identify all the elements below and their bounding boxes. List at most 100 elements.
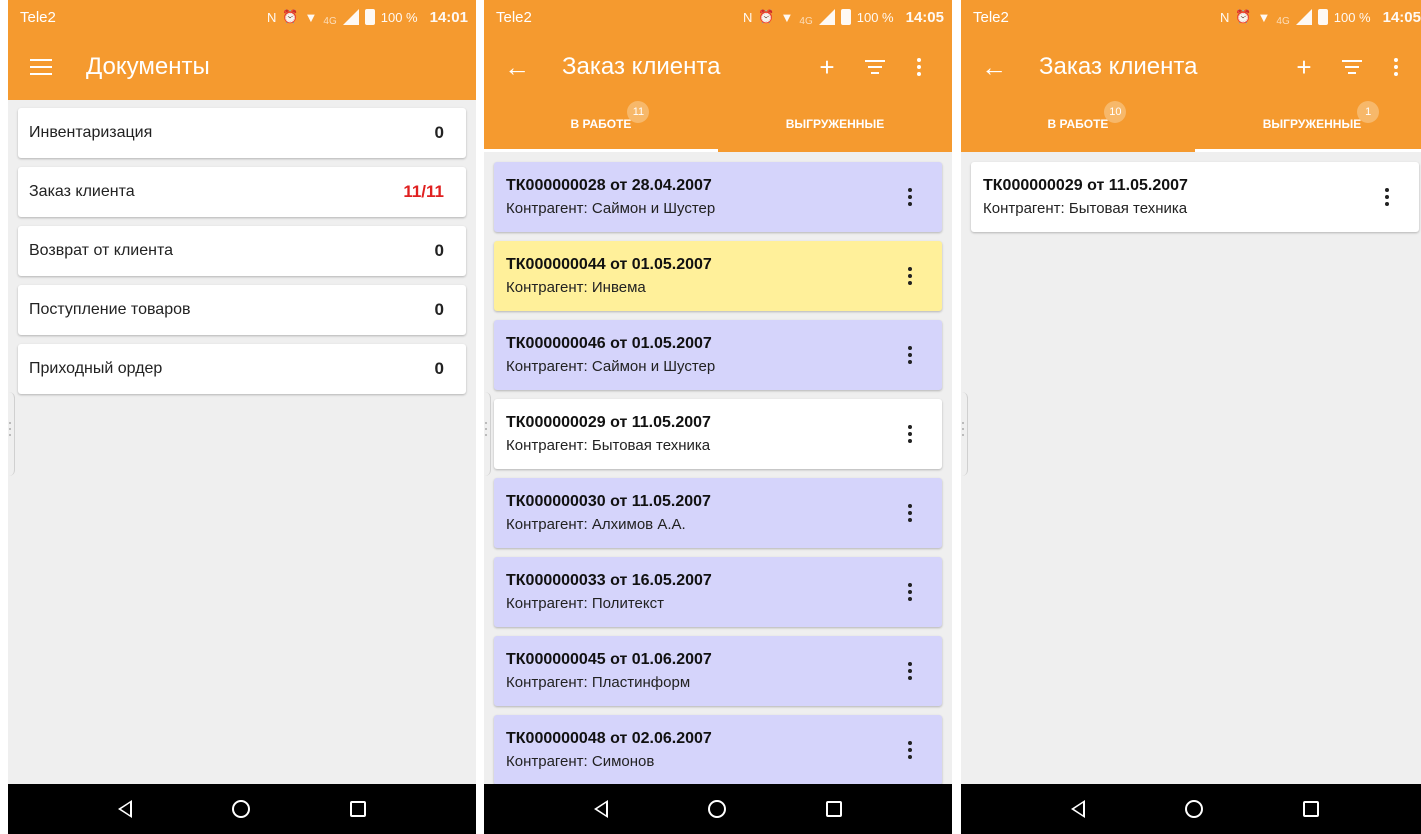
tab-label: В РАБОТЕ bbox=[570, 116, 632, 131]
more-options-icon[interactable] bbox=[900, 504, 920, 522]
order-item[interactable]: ТК000000046 от 01.05.2007 Контрагент: Сай… bbox=[494, 320, 942, 390]
battery-icon bbox=[1317, 9, 1328, 25]
more-options-icon[interactable] bbox=[900, 741, 920, 759]
wifi-icon: ▼ bbox=[304, 9, 318, 25]
customer-orders-in-progress-screen: Tele2 Ν ⏰ ▼ 4G 100 % 14:05 ← Заказ клиен… bbox=[484, 0, 952, 834]
status-bar: Tele2 Ν ⏰ ▼ 4G 100 % 14:01 bbox=[8, 0, 476, 34]
carrier-label: Tele2 bbox=[973, 8, 1009, 26]
order-counterparty: Контрагент: Саймон и Шустер bbox=[506, 200, 716, 217]
order-item[interactable]: ТК000000048 от 02.06.2007 Контрагент: Сим… bbox=[494, 715, 942, 785]
signal-icon bbox=[1295, 9, 1312, 25]
tab-uploaded[interactable]: ВЫГРУЖЕННЫЕ bbox=[718, 98, 952, 152]
tab-bar: В РАБОТЕ 10 ВЫГРУЖЕННЫЕ 1 bbox=[961, 98, 1421, 152]
overflow-menu-icon[interactable] bbox=[1379, 50, 1413, 84]
back-icon[interactable] bbox=[1071, 800, 1085, 818]
battery-percent: 100 % bbox=[380, 9, 418, 25]
home-icon[interactable] bbox=[1185, 800, 1203, 818]
clock: 14:01 bbox=[429, 8, 468, 26]
more-options-icon[interactable] bbox=[900, 188, 920, 206]
tab-label: ВЫГРУЖЕННЫЕ bbox=[785, 116, 885, 131]
order-item[interactable]: ТК000000030 от 11.05.2007 Контрагент: Алх… bbox=[494, 478, 942, 548]
clock: 14:05 bbox=[1382, 8, 1421, 26]
more-options-icon[interactable] bbox=[900, 267, 920, 285]
back-arrow-icon[interactable]: ← bbox=[977, 50, 1011, 84]
order-counterparty: Контрагент: Бытовая техника bbox=[506, 437, 711, 454]
tab-in-progress[interactable]: В РАБОТЕ 11 bbox=[484, 98, 718, 152]
count-badge: 11 bbox=[627, 100, 650, 123]
back-arrow-icon[interactable]: ← bbox=[500, 50, 534, 84]
home-icon[interactable] bbox=[232, 800, 250, 818]
order-item[interactable]: ТК000000033 от 16.05.2007 Контрагент: Пол… bbox=[494, 557, 942, 627]
document-name: Заказ клиента bbox=[29, 183, 135, 200]
order-counterparty: Контрагент: Саймон и Шустер bbox=[506, 358, 716, 375]
order-item[interactable]: ТК000000028 от 28.04.2007 Контрагент: Сай… bbox=[494, 162, 942, 232]
recent-apps-icon[interactable] bbox=[826, 801, 842, 817]
home-icon[interactable] bbox=[708, 800, 726, 818]
filter-icon[interactable] bbox=[1335, 50, 1369, 84]
document-item-customer-return[interactable]: Возврат от клиента 0 bbox=[18, 226, 466, 276]
document-name: Возврат от клиента bbox=[29, 242, 173, 259]
tab-in-progress[interactable]: В РАБОТЕ 10 bbox=[961, 98, 1195, 152]
recent-apps-icon[interactable] bbox=[350, 801, 366, 817]
order-item[interactable]: ТК000000029 от 11.05.2007 Контрагент: Быт… bbox=[971, 162, 1419, 232]
order-number: ТК000000046 от 01.05.2007 bbox=[506, 335, 712, 352]
documents-screen: Tele2 Ν ⏰ ▼ 4G 100 % 14:01 Документы Инв… bbox=[8, 0, 476, 834]
order-number: ТК000000029 от 11.05.2007 bbox=[506, 414, 711, 431]
add-icon[interactable]: + bbox=[1287, 50, 1321, 84]
order-number: ТК000000045 от 01.06.2007 bbox=[506, 651, 712, 668]
document-count: 11/11 bbox=[403, 182, 444, 201]
wifi-icon: ▼ bbox=[1257, 9, 1271, 25]
document-item-inventory[interactable]: Инвентаризация 0 bbox=[18, 108, 466, 158]
overflow-menu-icon[interactable] bbox=[902, 50, 936, 84]
hamburger-icon[interactable] bbox=[24, 50, 58, 84]
document-name: Поступление товаров bbox=[29, 301, 191, 318]
alarm-icon: ⏰ bbox=[1235, 9, 1252, 24]
order-number: ТК000000028 от 28.04.2007 bbox=[506, 177, 712, 194]
carrier-label: Tele2 bbox=[20, 8, 56, 26]
order-counterparty: Контрагент: Пластинформ bbox=[506, 674, 691, 691]
order-counterparty: Контрагент: Симонов bbox=[506, 753, 655, 770]
back-icon[interactable] bbox=[594, 800, 608, 818]
document-item-customer-order[interactable]: Заказ клиента 11/11 bbox=[18, 167, 466, 217]
status-icons: Ν ⏰ ▼ 4G 100 % 14:05 bbox=[743, 8, 944, 27]
filter-icon[interactable] bbox=[858, 50, 892, 84]
order-counterparty: Контрагент: Политекст bbox=[506, 595, 664, 612]
order-item[interactable]: ТК000000045 от 01.06.2007 Контрагент: Пла… bbox=[494, 636, 942, 706]
order-item[interactable]: ТК000000044 от 01.05.2007 Контрагент: Инв… bbox=[494, 241, 942, 311]
navigation-bar bbox=[961, 784, 1421, 834]
tab-uploaded[interactable]: ВЫГРУЖЕННЫЕ 1 bbox=[1195, 98, 1421, 152]
navigation-bar bbox=[484, 784, 952, 834]
battery-percent: 100 % bbox=[1333, 9, 1371, 25]
more-options-icon[interactable] bbox=[900, 583, 920, 601]
more-options-icon[interactable] bbox=[900, 346, 920, 364]
order-item[interactable]: ТК000000029 от 11.05.2007 Контрагент: Быт… bbox=[494, 399, 942, 469]
battery-icon bbox=[364, 9, 375, 25]
more-options-icon[interactable] bbox=[900, 425, 920, 443]
order-list: ТК000000028 от 28.04.2007 Контрагент: Сай… bbox=[484, 154, 952, 785]
battery-percent: 100 % bbox=[856, 9, 894, 25]
navigation-bar bbox=[8, 784, 476, 834]
edge-drawer-handle[interactable] bbox=[484, 392, 491, 476]
nfc-icon: Ν bbox=[742, 9, 753, 25]
clock: 14:05 bbox=[905, 8, 944, 26]
edge-drawer-handle[interactable] bbox=[8, 392, 15, 476]
document-name: Приходный ордер bbox=[29, 360, 163, 377]
order-counterparty: Контрагент: Бытовая техника bbox=[983, 200, 1188, 217]
status-icons: Ν ⏰ ▼ 4G 100 % 14:05 bbox=[1220, 8, 1421, 27]
more-options-icon[interactable] bbox=[900, 662, 920, 680]
order-number: ТК000000044 от 01.05.2007 bbox=[506, 256, 712, 273]
tab-bar: В РАБОТЕ 11 ВЫГРУЖЕННЫЕ bbox=[484, 98, 952, 152]
add-icon[interactable]: + bbox=[810, 50, 844, 84]
edge-drawer-handle[interactable] bbox=[961, 392, 968, 476]
network-type: 4G bbox=[799, 15, 813, 27]
order-number: ТК000000048 от 02.06.2007 bbox=[506, 730, 712, 747]
back-icon[interactable] bbox=[118, 800, 132, 818]
document-list: Инвентаризация 0 Заказ клиента 11/11 Воз… bbox=[8, 100, 476, 784]
document-item-goods-receipt[interactable]: Поступление товаров 0 bbox=[18, 285, 466, 335]
recent-apps-icon[interactable] bbox=[1303, 801, 1319, 817]
document-item-receipt-order[interactable]: Приходный ордер 0 bbox=[18, 344, 466, 394]
count-badge: 10 bbox=[1104, 100, 1127, 123]
status-bar: Tele2 Ν ⏰ ▼ 4G 100 % 14:05 bbox=[961, 0, 1421, 34]
tab-label: ВЫГРУЖЕННЫЕ bbox=[1262, 116, 1362, 131]
more-options-icon[interactable] bbox=[1377, 188, 1397, 206]
